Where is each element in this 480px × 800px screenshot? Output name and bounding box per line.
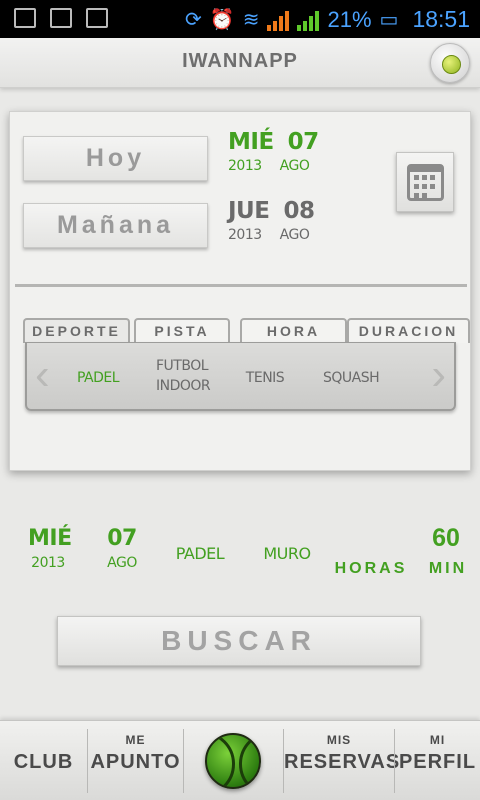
summary-min-label: MIN: [428, 560, 468, 577]
calendar-button[interactable]: [396, 152, 454, 212]
app-bar: IWANNAPP: [0, 38, 480, 88]
tennis-ball-menu-button[interactable]: [430, 43, 470, 83]
today-date: MIÉ 07 2013 AGO: [228, 129, 319, 174]
tab-deporte[interactable]: DEPORTE: [23, 318, 130, 343]
signal-orange-icon: [267, 9, 290, 31]
summary-month: AGO: [107, 555, 137, 571]
summary-day: 07: [107, 526, 137, 551]
gmail-icon: [14, 8, 36, 28]
sport-label-line2: INDOOR: [156, 378, 211, 394]
summary-hours-label: HORAS: [334, 560, 408, 577]
nav-me-apunto-top: ME: [125, 733, 146, 747]
chevron-right-icon[interactable]: ›: [431, 349, 446, 401]
nav-club-label: CLUB: [13, 751, 74, 773]
chevron-left-icon[interactable]: ‹: [35, 349, 50, 401]
nav-mis-reservas[interactable]: MIS RESERVAS: [284, 721, 401, 800]
screenshot-icon: [86, 8, 108, 28]
tomorrow-date: JUE 08 2013 AGO: [228, 198, 315, 243]
sport-carousel: ‹ PADEL FUTBOL INDOOR TENIS SQUASH ›: [25, 342, 456, 411]
tab-pista[interactable]: PISTA: [134, 318, 230, 343]
nav-mis-reservas-label: RESERVAS: [284, 751, 401, 773]
sport-label: TENIS: [245, 370, 285, 386]
today-month: AGO: [279, 158, 310, 174]
today-year: 2013: [228, 158, 262, 174]
battery-icon: ▭: [379, 9, 399, 31]
nav-club-top: [0, 733, 87, 749]
alarm-icon: ⏰: [209, 9, 235, 31]
nav-separator: [183, 729, 184, 793]
booking-card: Hoy Mañana MIÉ 07 2013 AGO JUE 08 2013 A…: [9, 111, 471, 471]
today-day: 07: [287, 129, 320, 155]
status-bar: ⟳ ⏰ ≋ 21% ▭ 18:51: [0, 0, 480, 38]
signal-green-icon: [297, 9, 320, 31]
sport-label: SQUASH: [323, 370, 380, 386]
nav-me-apunto-label: APUNTO: [90, 751, 181, 773]
battery-percent: 21%: [327, 6, 372, 32]
summary-sport: PADEL: [175, 544, 225, 563]
summary-year: 2013: [31, 555, 65, 571]
app-title: IWANNAPP: [182, 50, 298, 72]
nav-mi-perfil-top: MI: [429, 733, 446, 747]
today-button[interactable]: Hoy: [23, 136, 208, 181]
divider: [15, 284, 467, 287]
tab-hora[interactable]: HORA: [240, 318, 347, 343]
summary-duration-value: 60: [432, 524, 460, 552]
sport-option-padel[interactable]: PADEL: [77, 368, 120, 388]
tab-duracion[interactable]: DURACION: [347, 318, 470, 343]
calendar-icon: [407, 164, 444, 201]
today-weekday: MIÉ: [228, 129, 274, 155]
bottom-nav: CLUB ME APUNTO MIS RESERVAS MI PERFIL: [0, 720, 480, 800]
search-button[interactable]: BUSCAR: [57, 616, 421, 666]
selection-summary: MIÉ 2013 07 AGO PADEL MURO HORAS 60 MIN: [0, 520, 480, 590]
tomorrow-day: 08: [283, 198, 315, 224]
summary-date-weekday: MIÉ 2013: [28, 526, 72, 571]
sport-label: FUTBOL: [156, 358, 209, 374]
nav-mi-perfil[interactable]: MI PERFIL: [395, 721, 480, 800]
sport-option-tenis[interactable]: TENIS: [245, 368, 285, 388]
summary-court: MURO: [263, 544, 311, 563]
sport-option-futbol-indoor[interactable]: FUTBOL INDOOR: [156, 356, 211, 396]
filter-tabs: DEPORTE PISTA HORA DURACION: [23, 318, 470, 343]
sport-option-squash[interactable]: SQUASH: [323, 368, 380, 388]
tomorrow-weekday: JUE: [228, 198, 270, 224]
nav-mi-perfil-label: PERFIL: [398, 751, 477, 773]
clock: 18:51: [412, 6, 470, 32]
summary-date-day: 07 AGO: [104, 526, 140, 571]
sport-label: PADEL: [77, 370, 120, 386]
notification-icons: [14, 8, 108, 28]
summary-weekday: MIÉ: [28, 526, 72, 551]
tennis-ball-home-button[interactable]: [205, 733, 261, 789]
nav-me-apunto[interactable]: ME APUNTO: [88, 721, 183, 800]
tomorrow-year: 2013: [228, 227, 262, 243]
tomorrow-month: AGO: [279, 227, 310, 243]
rotation-icon: ⟳: [185, 9, 202, 31]
nav-mis-reservas-top: MIS: [326, 733, 352, 747]
wifi-icon: ≋: [242, 9, 260, 31]
nav-club[interactable]: CLUB: [0, 721, 87, 800]
tomorrow-button[interactable]: Mañana: [23, 203, 208, 248]
gmail-icon: [50, 8, 72, 28]
system-indicators: ⟳ ⏰ ≋ 21% ▭ 18:51: [185, 6, 470, 33]
